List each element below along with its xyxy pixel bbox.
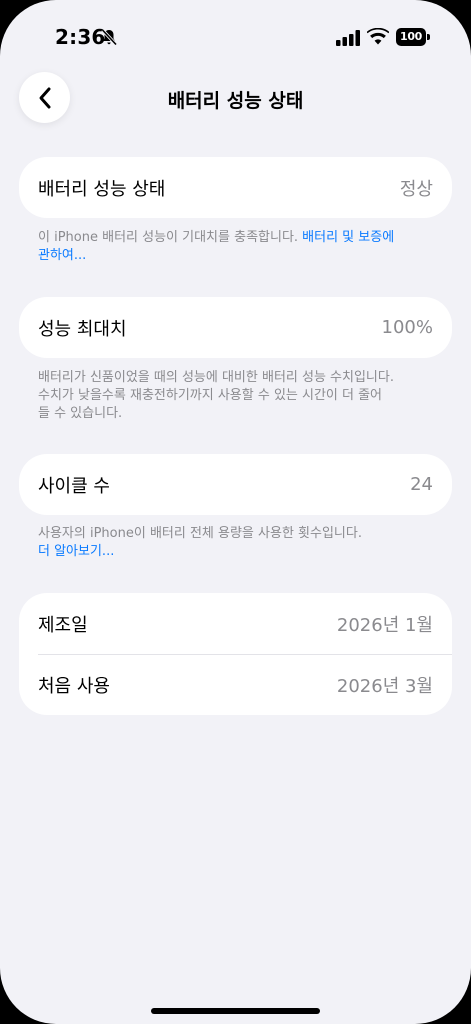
battery-tip <box>427 34 430 40</box>
page-title: 배터리 성능 상태 <box>167 90 304 112</box>
cycle-count-row: 사이클 수 24 <box>19 454 452 515</box>
battery-health-value: 정상 <box>399 178 433 200</box>
capacity-footnote-line2: 수치가 낮을수록 재충전하기까지 사용할 수 있는 시간이 더 줄어 <box>38 388 383 403</box>
learn-more-link[interactable]: 더 알아보기... <box>38 544 114 559</box>
dates-card: 제조일 2026년 1월 처음 사용 2026년 3월 <box>19 593 452 715</box>
battery-health-row: 배터리 성능 상태 정상 <box>19 157 452 218</box>
cycle-count-card: 사이클 수 24 <box>19 454 452 515</box>
capacity-footnote-line1: 배터리가 신품이었을 때의 성능에 대비한 배터리 성능 수치입니다. <box>38 370 394 385</box>
cycle-count-footnote: 사용자의 iPhone이 배터리 전체 용량을 사용한 횟수입니다. 더 알아보… <box>38 525 438 561</box>
maximum-capacity-footnote: 배터리가 신품이었을 때의 성능에 대비한 배터리 성능 수치입니다. 수치가 … <box>38 369 438 423</box>
battery-health-footnote: 이 iPhone 배터리 성능이 기대치를 충족합니다. 배터리 및 보증에 관… <box>38 229 438 265</box>
home-indicator[interactable] <box>151 1008 320 1014</box>
maximum-capacity-row: 성능 최대치 100% <box>19 297 452 358</box>
battery-warranty-link[interactable]: 배터리 및 보증에 <box>302 230 394 245</box>
manufacture-date-row: 제조일 2026년 1월 <box>19 593 452 654</box>
maximum-capacity-label: 성능 최대치 <box>38 318 127 340</box>
maximum-capacity-card: 성능 최대치 100% <box>19 297 452 358</box>
battery-health-card: 배터리 성능 상태 정상 <box>19 157 452 218</box>
cycle-count-footnote-text: 사용자의 iPhone이 배터리 전체 용량을 사용한 횟수입니다. <box>38 526 362 541</box>
cycle-count-label: 사이클 수 <box>38 475 110 497</box>
capacity-footnote-line3: 들 수 있습니다. <box>38 406 123 421</box>
silent-mode-icon <box>101 28 118 46</box>
wifi-icon <box>367 28 389 45</box>
battery-health-screen: 2:36 100 배터리 성능 상태 배터리 성능 상태 정상 이 iPhone… <box>0 0 471 1024</box>
cycle-count-value: 24 <box>410 474 433 495</box>
row-divider <box>38 654 452 655</box>
battery-level: 100 <box>396 28 426 46</box>
first-use-row: 처음 사용 2026년 3월 <box>19 654 452 715</box>
maximum-capacity-value: 100% <box>381 317 433 338</box>
first-use-value: 2026년 3월 <box>336 675 433 697</box>
first-use-label: 처음 사용 <box>38 675 110 697</box>
battery-health-footnote-text: 이 iPhone 배터리 성능이 기대치를 충족합니다. <box>38 230 303 245</box>
status-time: 2:36 <box>55 25 106 49</box>
status-bar: 2:36 100 <box>0 0 471 70</box>
manufacture-date-value: 2026년 1월 <box>336 614 433 636</box>
battery-icon: 100 <box>396 28 430 46</box>
battery-health-label: 배터리 성능 상태 <box>38 178 166 200</box>
cellular-signal-icon <box>336 30 360 46</box>
battery-warranty-link-continued[interactable]: 관하여... <box>38 248 86 263</box>
manufacture-date-label: 제조일 <box>38 614 88 636</box>
